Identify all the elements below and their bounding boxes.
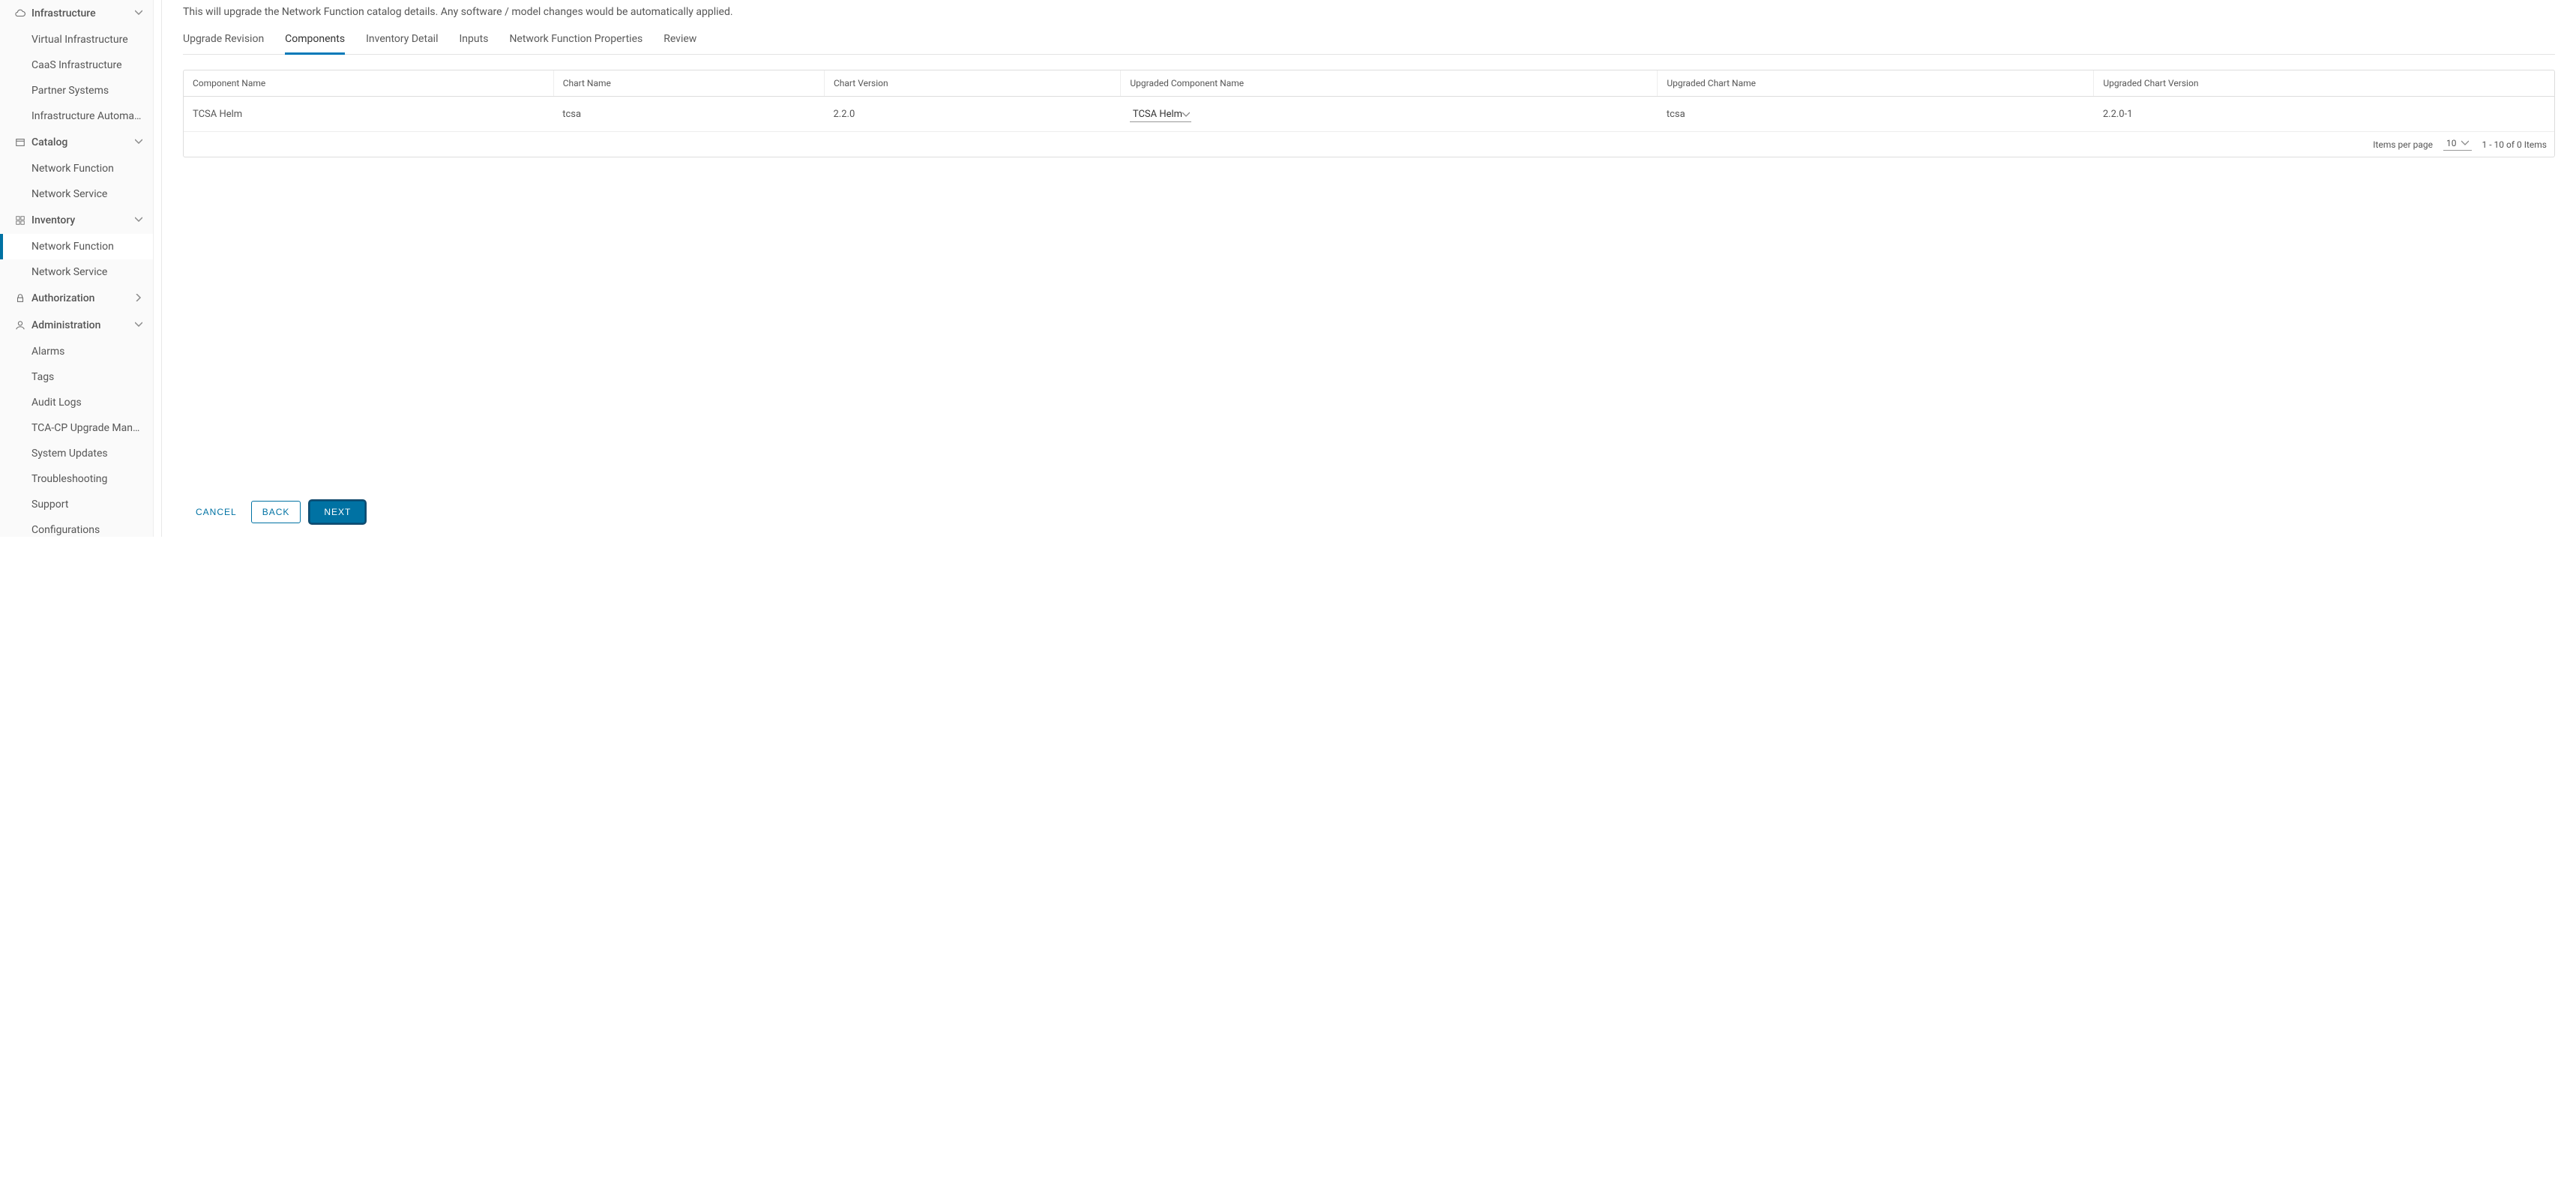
- cancel-button[interactable]: CANCEL: [190, 501, 242, 523]
- tab[interactable]: Review: [663, 27, 696, 54]
- chevron-down-icon: [1182, 111, 1190, 118]
- nav-item[interactable]: Tags: [0, 364, 153, 390]
- grid-icon: [15, 215, 25, 226]
- cloud-icon: [15, 8, 25, 19]
- nav-item[interactable]: Partner Systems: [0, 78, 153, 103]
- tabs-row: Upgrade Revision Components Inventory Deta…: [183, 27, 2555, 55]
- cell-upgraded-chart-name: tcsa: [1658, 97, 2094, 132]
- components-table-wrap: Component NameChart NameChart VersionUpg…: [183, 70, 2555, 157]
- nav-group-label: Inventory: [31, 214, 129, 226]
- nav-item[interactable]: Virtual Infrastructure: [0, 27, 153, 52]
- chevron-down-icon: [2461, 139, 2469, 147]
- nav-item[interactable]: Audit Logs: [0, 390, 153, 415]
- nav-item[interactable]: Network Service: [0, 259, 153, 285]
- nav-item[interactable]: TCA-CP Upgrade Mana...: [0, 415, 153, 441]
- pagination-range: 1 - 10 of 0 Items: [2482, 139, 2547, 150]
- tab[interactable]: Inventory Detail: [366, 27, 438, 54]
- upgraded-component-value: TCSA Helm: [1133, 109, 1182, 120]
- chevron-right-icon: [135, 293, 144, 304]
- main-panel: This will upgrade the Network Function c…: [154, 0, 2576, 537]
- nav-group-infrastructure[interactable]: Infrastructure: [0, 0, 153, 27]
- chevron-down-icon: [135, 320, 144, 331]
- nav-group-label: Infrastructure: [31, 7, 129, 19]
- column-header[interactable]: Chart Version: [824, 70, 1120, 97]
- chevron-down-icon: [135, 215, 144, 226]
- nav-group-catalog[interactable]: Catalog: [0, 129, 153, 156]
- nav-group-label: Administration: [31, 319, 129, 331]
- nav-item[interactable]: CaaS Infrastructure: [0, 52, 153, 78]
- nav-group-label: Catalog: [31, 136, 129, 148]
- pagination: Items per page 10 1 - 10 of 0 Items: [184, 132, 2554, 157]
- catalog-icon: [15, 137, 25, 148]
- tab[interactable]: Network Function Properties: [509, 27, 643, 54]
- table-row: TCSA Helmtcsa2.2.0TCSA Helmtcsa2.2.0-1: [184, 97, 2554, 132]
- cell-chart-version: 2.2.0: [824, 97, 1120, 132]
- column-header[interactable]: Component Name: [184, 70, 553, 97]
- nav-item[interactable]: Infrastructure Automati...: [0, 103, 153, 129]
- chevron-down-icon: [135, 137, 144, 148]
- nav-item[interactable]: Network Function: [0, 156, 153, 181]
- components-table: Component NameChart NameChart VersionUpg…: [184, 70, 2554, 132]
- nav-item[interactable]: Support: [0, 492, 153, 517]
- user-icon: [15, 320, 25, 331]
- cell-upgraded-chart-version: 2.2.0-1: [2094, 97, 2554, 132]
- column-header[interactable]: Upgraded Chart Name: [1658, 70, 2094, 97]
- nav-item[interactable]: Network Service: [0, 181, 153, 207]
- nav-group-authorization[interactable]: Authorization: [0, 285, 153, 312]
- tab[interactable]: Components: [285, 27, 345, 54]
- nav-item[interactable]: Alarms: [0, 339, 153, 364]
- page-size-select[interactable]: 10: [2443, 138, 2472, 151]
- nav-item[interactable]: Configurations: [0, 517, 153, 537]
- sidebar: Infrastructure Virtual InfrastructureCaaS…: [0, 0, 154, 537]
- back-button[interactable]: BACK: [251, 501, 301, 523]
- nav-item[interactable]: Network Function: [0, 234, 153, 259]
- chevron-down-icon: [135, 8, 144, 19]
- page-size-value: 10: [2446, 138, 2457, 148]
- nav-group-administration[interactable]: Administration: [0, 312, 153, 339]
- upgraded-component-select[interactable]: TCSA Helm: [1130, 106, 1191, 122]
- nav-item[interactable]: Troubleshooting: [0, 466, 153, 492]
- nav-group-label: Authorization: [31, 292, 129, 304]
- column-header[interactable]: Upgraded Chart Version: [2094, 70, 2554, 97]
- column-header[interactable]: Upgraded Component Name: [1121, 70, 1658, 97]
- page-description: This will upgrade the Network Function c…: [183, 0, 2555, 27]
- cell-chart-name: tcsa: [553, 97, 824, 132]
- lock-icon: [15, 293, 25, 304]
- cell-upgraded-component-name: TCSA Helm: [1121, 97, 1658, 132]
- tab[interactable]: Upgrade Revision: [183, 27, 264, 54]
- next-button[interactable]: NEXT: [310, 501, 365, 523]
- wizard-actions: CANCEL BACK NEXT: [161, 490, 2576, 537]
- items-per-page-label: Items per page: [2373, 139, 2433, 150]
- cell-component-name: TCSA Helm: [184, 97, 553, 132]
- nav-group-inventory[interactable]: Inventory: [0, 207, 153, 234]
- tab[interactable]: Inputs: [460, 27, 489, 54]
- nav-item[interactable]: System Updates: [0, 441, 153, 466]
- column-header[interactable]: Chart Name: [553, 70, 824, 97]
